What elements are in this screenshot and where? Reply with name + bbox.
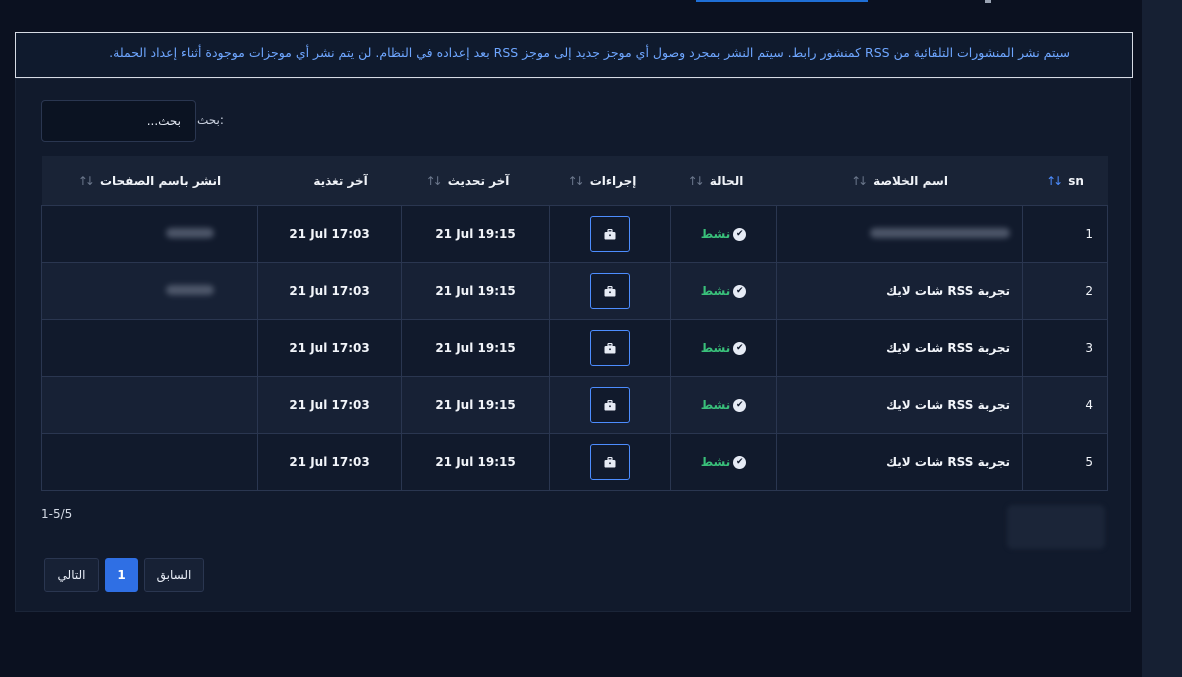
column-header-pages[interactable]: ↑↓ انشر باسم الصفحات — [41, 156, 258, 206]
column-header-last-fed[interactable]: ↑↓آخر تغذية — [257, 156, 402, 206]
page-1-button[interactable]: 1 — [105, 558, 138, 592]
check-circle-icon: ✔ — [733, 284, 747, 298]
actions-cell — [549, 262, 671, 320]
last-updated-cell: 21 Jul 19:15 — [401, 433, 550, 491]
sort-arrows-icon: ↑↓ — [567, 173, 585, 188]
status-badge: نشط ✔ — [701, 227, 747, 241]
status-badge: نشط ✔ — [701, 398, 747, 412]
page-size-select[interactable] — [1007, 505, 1105, 549]
status-cell: نشط ✔ — [670, 205, 777, 263]
feed-name-cell: تجربة RSS شات لايك — [776, 319, 1023, 377]
briefcase-icon — [604, 285, 616, 296]
rss-feeds-table: ↑↓انشر باسم الصفحات ↑↓آخر تغذية ↑↓آخر تح… — [41, 156, 1108, 491]
action-button[interactable] — [590, 330, 630, 366]
search-input[interactable] — [41, 100, 196, 142]
status-badge: نشط ✔ — [701, 341, 747, 355]
pages-cell — [41, 205, 258, 263]
feed-name-cell: تجربة RSS شات لايك — [776, 433, 1023, 491]
sort-up-icon: ↑↓ — [1046, 173, 1063, 188]
status-cell: نشط ✔ — [670, 319, 777, 377]
last-fed-cell: 21 Jul 17:03 — [257, 376, 402, 434]
action-button[interactable] — [590, 387, 630, 423]
actions-cell — [549, 376, 671, 434]
last-updated-cell: 21 Jul 19:15 — [401, 376, 550, 434]
table-row: 21 Jul 17:03 21 Jul 19:15 نشط ✔ تجربة RSS… — [41, 262, 1108, 320]
pages-cell — [41, 262, 258, 320]
redacted-text — [165, 228, 214, 238]
briefcase-icon — [604, 399, 616, 410]
table-row: 21 Jul 17:03 21 Jul 19:15 نشط ✔ 1 — [41, 205, 1108, 263]
last-updated-cell: 21 Jul 19:15 — [401, 319, 550, 377]
action-button[interactable] — [590, 273, 630, 309]
briefcase-icon — [604, 456, 616, 467]
sn-cell: 2 — [1022, 262, 1108, 320]
check-circle-icon: ✔ — [733, 455, 747, 469]
active-tab-indicator — [696, 0, 868, 2]
redacted-text — [870, 228, 1010, 238]
pages-cell — [41, 319, 258, 377]
pages-cell — [41, 433, 258, 491]
action-button[interactable] — [590, 216, 630, 252]
column-header-feed-name[interactable]: ↑↓ اسم الخلاصة — [776, 156, 1023, 206]
redacted-text — [165, 285, 214, 295]
actions-cell — [549, 205, 671, 263]
top-menu-mark — [985, 0, 991, 3]
pagination-range: 1-5/5 — [41, 507, 73, 521]
actions-cell — [549, 433, 671, 491]
table-row: 21 Jul 17:03 21 Jul 19:15 نشط ✔ تجربة RSS… — [41, 376, 1108, 434]
briefcase-icon — [604, 342, 616, 353]
status-cell: نشط ✔ — [670, 433, 777, 491]
sort-arrows-icon: ↑↓ — [687, 173, 705, 188]
check-circle-icon: ✔ — [733, 341, 747, 355]
last-fed-cell: 21 Jul 17:03 — [257, 205, 402, 263]
right-sidebar-edge — [1142, 0, 1182, 677]
last-updated-cell: 21 Jul 19:15 — [401, 205, 550, 263]
pages-cell — [41, 376, 258, 434]
action-button[interactable] — [590, 444, 630, 480]
column-header-sn[interactable]: ↑↓ sn — [1022, 156, 1108, 206]
previous-page-button[interactable]: السابق — [144, 558, 204, 592]
sn-cell: 4 — [1022, 376, 1108, 434]
sn-cell: 3 — [1022, 319, 1108, 377]
search-label: بحث: — [197, 113, 224, 127]
column-header-actions[interactable]: ↑↓ إجراءات — [549, 156, 671, 206]
check-circle-icon: ✔ — [733, 398, 747, 412]
table-header-row: ↑↓انشر باسم الصفحات ↑↓آخر تغذية ↑↓آخر تح… — [41, 156, 1108, 206]
sort-arrows-icon: ↑↓ — [851, 173, 868, 188]
table-row: 21 Jul 17:03 21 Jul 19:15 نشط ✔ تجربة RSS… — [41, 433, 1108, 491]
feed-name-cell: تجربة RSS شات لايك — [776, 262, 1023, 320]
status-cell: نشط ✔ — [670, 376, 777, 434]
briefcase-icon — [604, 228, 616, 239]
status-cell: نشط ✔ — [670, 262, 777, 320]
check-circle-icon: ✔ — [733, 227, 747, 241]
actions-cell — [549, 319, 671, 377]
table-row: 21 Jul 17:03 21 Jul 19:15 نشط ✔ تجربة RSS… — [41, 319, 1108, 377]
feed-name-cell: تجربة RSS شات لايك — [776, 376, 1023, 434]
last-updated-cell: 21 Jul 19:15 — [401, 262, 550, 320]
status-badge: نشط ✔ — [701, 455, 747, 469]
rss-notice: سيتم نشر المنشورات التلقائية من RSS كمنش… — [15, 32, 1133, 78]
status-badge: نشط ✔ — [701, 284, 747, 298]
sort-arrows-icon: ↑↓ — [77, 173, 95, 188]
next-page-button[interactable]: التالي — [44, 558, 99, 592]
last-fed-cell: 21 Jul 17:03 — [257, 319, 402, 377]
sn-cell: 5 — [1022, 433, 1108, 491]
sort-arrows-icon: ↑↓ — [425, 173, 443, 188]
sn-cell: 1 — [1022, 205, 1108, 263]
column-header-status[interactable]: ↑↓ الحالة — [670, 156, 777, 206]
feed-name-cell — [776, 205, 1023, 263]
last-fed-cell: 21 Jul 17:03 — [257, 433, 402, 491]
column-header-last-updated[interactable]: ↑↓ آخر تحديث — [401, 156, 550, 206]
last-fed-cell: 21 Jul 17:03 — [257, 262, 402, 320]
